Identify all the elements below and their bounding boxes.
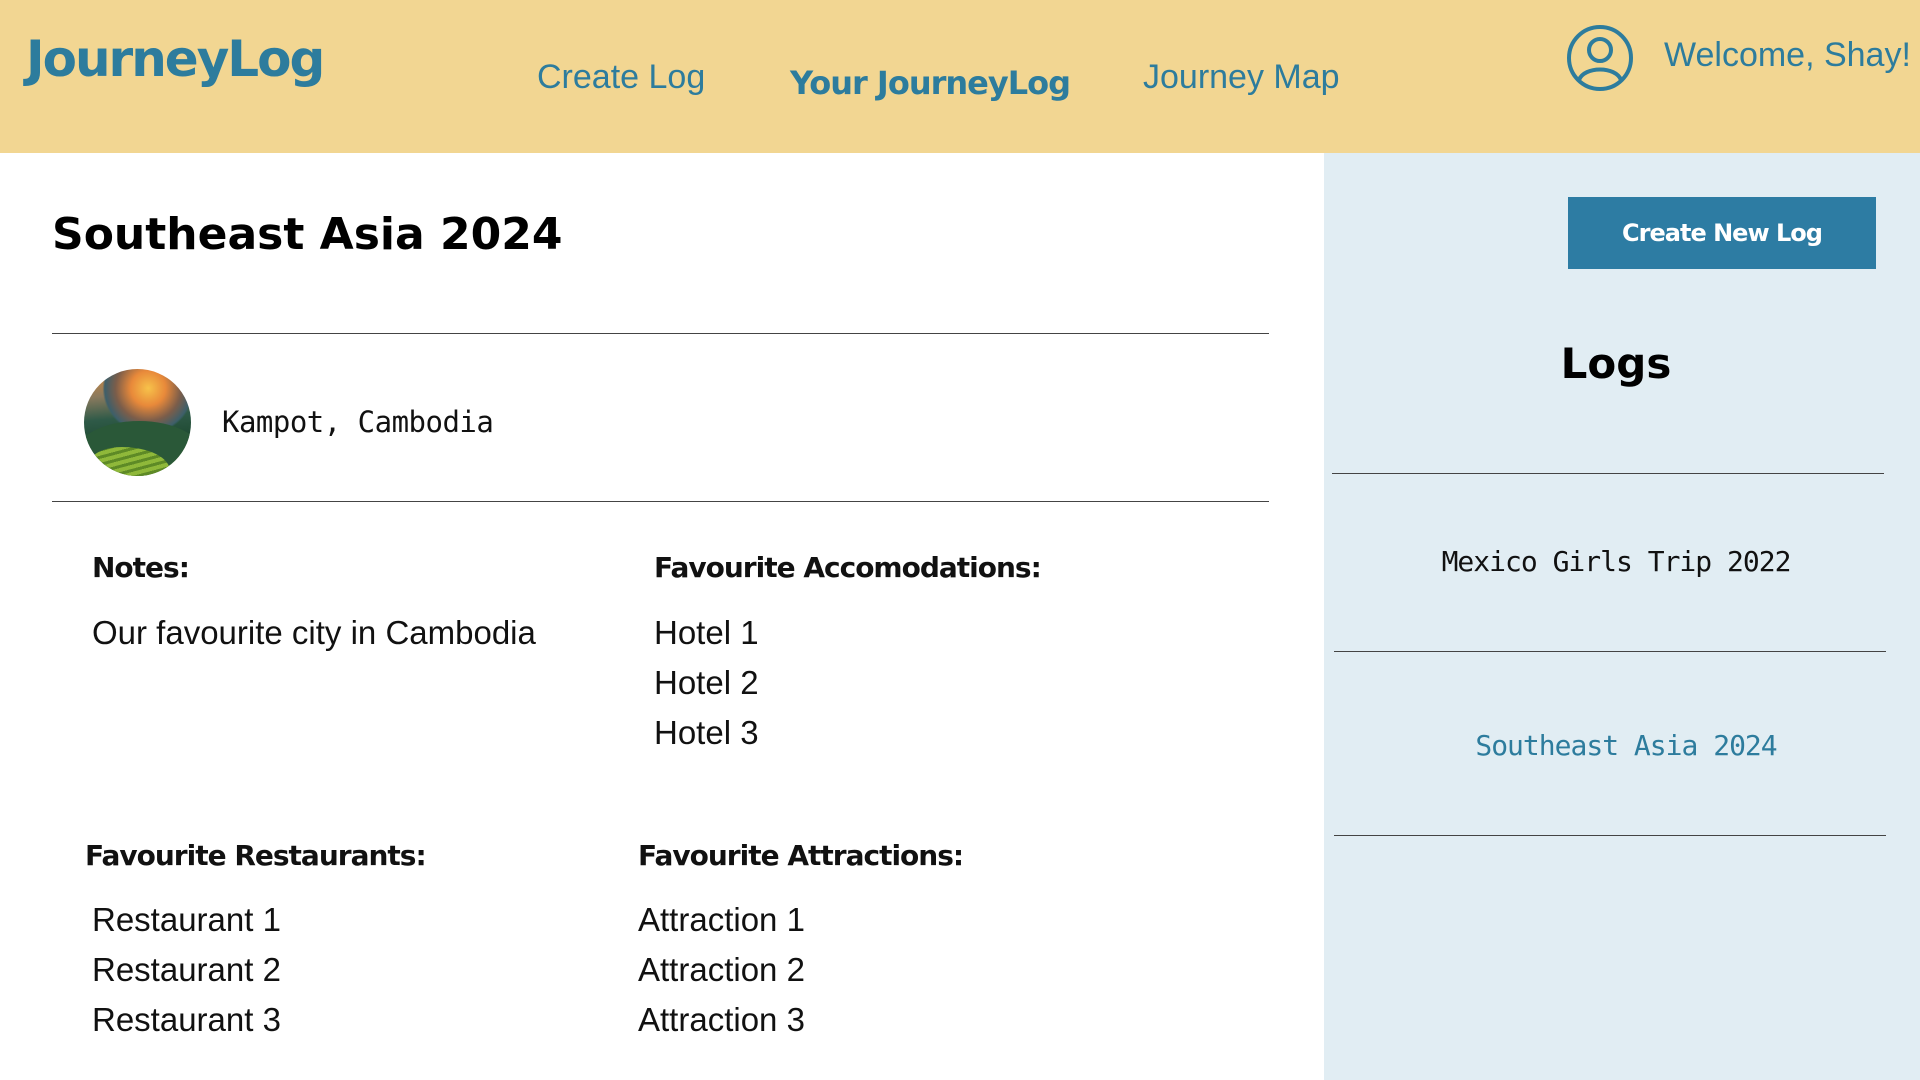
nav-create-log[interactable]: Create Log xyxy=(537,58,705,97)
page-title: Southeast Asia 2024 xyxy=(52,209,563,260)
logs-heading: Logs xyxy=(1560,339,1672,388)
nav-journey-map[interactable]: Journey Map xyxy=(1143,58,1340,97)
user-circle-icon[interactable] xyxy=(1566,24,1634,92)
list-item: Hotel 1 xyxy=(654,614,759,651)
logs-sidebar: Create New Log Logs Mexico Girls Trip 20… xyxy=(1324,153,1920,1080)
app-logo[interactable]: JourneyLog xyxy=(26,30,325,88)
divider xyxy=(1334,651,1886,652)
list-item: Hotel 2 xyxy=(654,664,759,701)
accommodations-list: Hotel 1 Hotel 2 Hotel 3 xyxy=(654,608,759,758)
log-detail-panel: Southeast Asia 2024 Kampot, Cambodia Not… xyxy=(0,153,1324,1080)
location-name[interactable]: Kampot, Cambodia xyxy=(222,405,494,439)
location-photo[interactable] xyxy=(84,369,191,476)
attractions-label: Favourite Attractions: xyxy=(638,839,964,872)
create-new-log-button[interactable]: Create New Log xyxy=(1568,197,1876,269)
restaurants-label: Favourite Restaurants: xyxy=(85,839,427,872)
log-item-mexico-girls-trip-2022[interactable]: Mexico Girls Trip 2022 xyxy=(1324,545,1908,578)
list-item: Restaurant 2 xyxy=(92,951,281,988)
accommodations-label: Favourite Accomodations: xyxy=(654,551,1042,584)
nav-your-journeylog[interactable]: Your JourneyLog xyxy=(790,64,1071,102)
welcome-message: Welcome, Shay! xyxy=(1664,36,1911,74)
notes-label: Notes: xyxy=(92,551,190,584)
list-item: Attraction 2 xyxy=(638,951,805,988)
notes-text: Our favourite city in Cambodia xyxy=(92,614,536,651)
restaurants-list: Restaurant 1 Restaurant 2 Restaurant 3 xyxy=(92,895,281,1045)
log-item-southeast-asia-2024[interactable]: Southeast Asia 2024 xyxy=(1334,729,1918,762)
divider xyxy=(1334,835,1886,836)
divider xyxy=(52,501,1269,502)
list-item: Restaurant 3 xyxy=(92,1001,281,1038)
divider xyxy=(52,333,1269,334)
list-item: Attraction 1 xyxy=(638,901,805,938)
divider xyxy=(1332,473,1884,474)
list-item: Restaurant 1 xyxy=(92,901,281,938)
list-item: Hotel 3 xyxy=(654,714,759,751)
attractions-list: Attraction 1 Attraction 2 Attraction 3 xyxy=(638,895,805,1045)
list-item: Attraction 3 xyxy=(638,1001,805,1038)
top-nav-bar: JourneyLog Create Log Your JourneyLog Jo… xyxy=(0,0,1920,153)
